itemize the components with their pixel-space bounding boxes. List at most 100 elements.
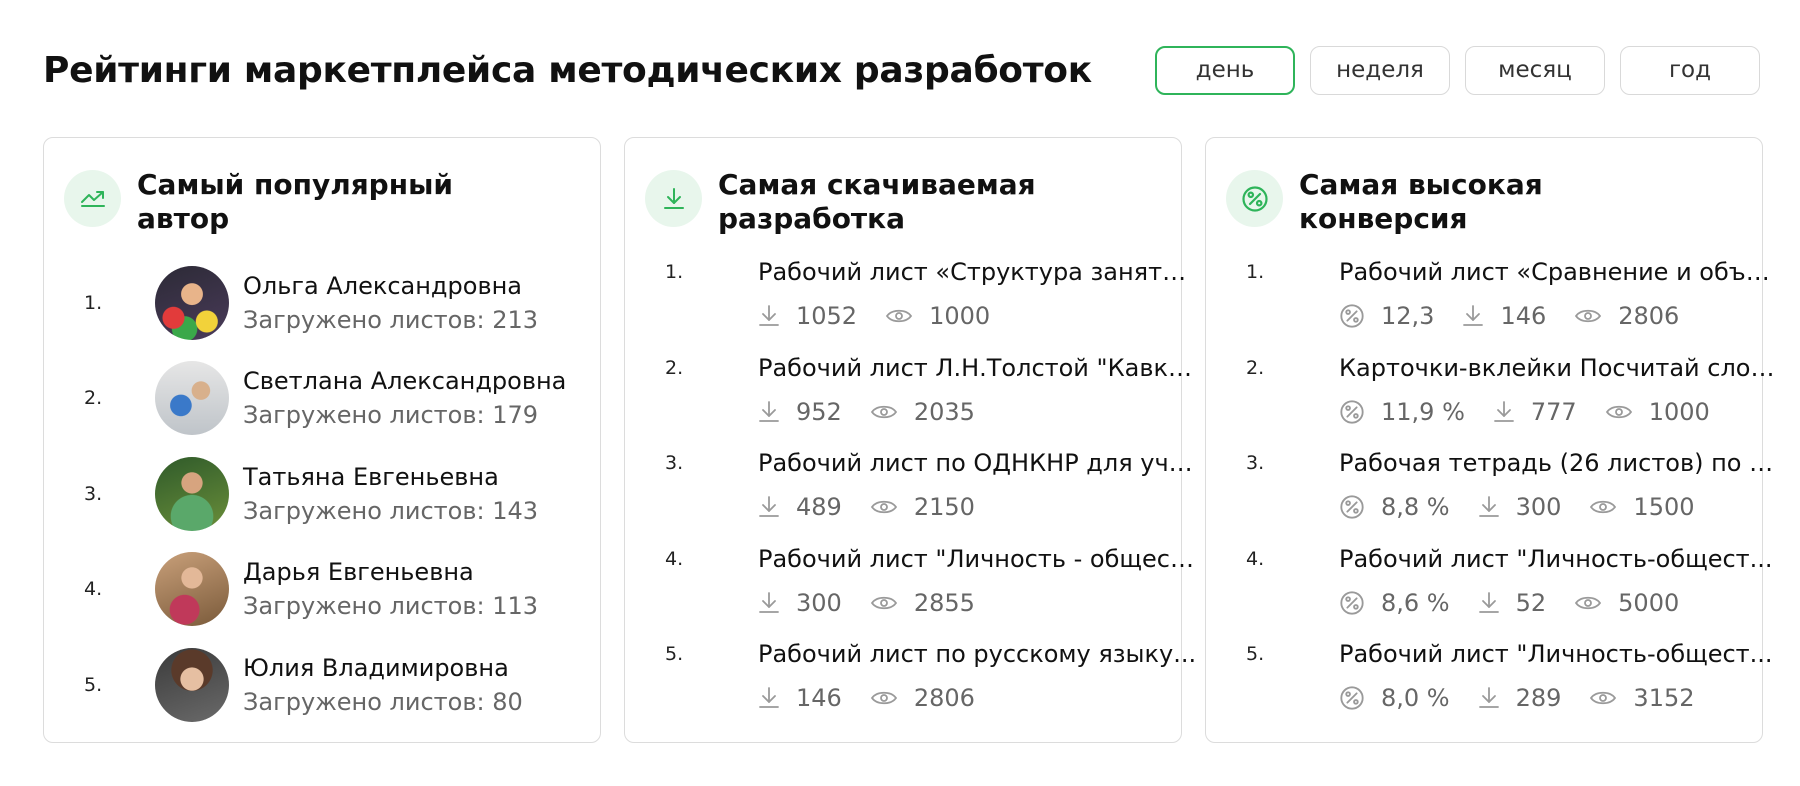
card-header: Самая высокая конверсия xyxy=(1226,168,1679,236)
popular-author-card: Самый популярный автор 1. Ольга Александр… xyxy=(43,137,601,743)
downloads-stat: 300 xyxy=(1478,493,1561,521)
views-stat-value: 2855 xyxy=(913,588,975,617)
avatar[interactable] xyxy=(155,265,229,340)
downloads-stat-value: 300 xyxy=(796,588,842,617)
doc-title-link[interactable]: Рабочий лист "Личность-общест... xyxy=(1339,637,1779,671)
avatar[interactable] xyxy=(155,552,229,627)
conversion-stat-value: 8,0 % xyxy=(1381,684,1450,712)
author-name[interactable]: Татьяна Евгеньевна xyxy=(243,460,538,494)
doc-stats: 952 2035 xyxy=(758,395,1003,429)
author-info: Юлия Владимировна Загружено листов: 80 xyxy=(243,651,523,719)
doc-title-link[interactable]: Рабочий лист «Структура занятос... xyxy=(758,255,1198,289)
download-icon xyxy=(758,686,796,710)
views-stat-value: 2806 xyxy=(913,684,975,712)
views-stat-value: 5000 xyxy=(1618,588,1680,617)
doc-title-link[interactable]: Карточки-вклейки Посчитай слог... xyxy=(1339,351,1779,385)
uploads-label: Загружено листов: xyxy=(243,592,485,621)
downloads-stat-value: 777 xyxy=(1530,397,1577,426)
doc-title-link[interactable]: Рабочий лист Л.Н.Толстой "Кавка... xyxy=(758,351,1198,385)
download-icon xyxy=(758,591,796,615)
trending-up-icon xyxy=(64,170,121,227)
author-list: 1. Ольга Александровна Загружено листов: 2… xyxy=(84,255,590,733)
avatar[interactable] xyxy=(155,361,229,436)
rank-number: 1. xyxy=(1246,261,1265,283)
download-icon xyxy=(1478,686,1516,710)
rank-number: 1. xyxy=(665,261,684,283)
doc-list-item: 2. Карточки-вклейки Посчитай слог... 11,9 … xyxy=(1246,351,1779,447)
conversion-stat-value: 8,6 % xyxy=(1381,588,1450,617)
conversion-stat-value: 8,8 % xyxy=(1381,493,1450,521)
card-header: Самый популярный автор xyxy=(64,168,517,236)
highest-conversion-card: Самая высокая конверсия 1. Рабочий лист «… xyxy=(1205,137,1779,743)
views-stat: 1500 xyxy=(1589,493,1695,521)
rank-number: 4. xyxy=(665,547,684,570)
doc-stats: 12,3 146 2806 xyxy=(1339,299,1707,333)
doc-title-link[interactable]: Рабочий лист по русскому языку... xyxy=(758,637,1198,671)
doc-list-item: 3. Рабочий лист по ОДНКНР для уча... 489 21… xyxy=(665,446,1198,542)
conversion-stat: 12,3 xyxy=(1339,302,1434,330)
doc-stats: 8,0 % 289 3152 xyxy=(1339,681,1723,715)
percent-icon xyxy=(1339,303,1381,329)
download-icon xyxy=(1478,591,1516,615)
period-year-button[interactable]: год xyxy=(1620,45,1760,95)
download-icon xyxy=(645,170,702,227)
author-name[interactable]: Дарья Евгеньевна xyxy=(243,555,538,589)
author-name[interactable]: Светлана Александровна xyxy=(243,364,566,398)
uploads-count: 113 xyxy=(492,592,539,621)
eye-icon xyxy=(1589,689,1633,707)
percent-icon xyxy=(1339,590,1381,616)
author-list-item[interactable]: 1. Ольга Александровна Загружено листов: 2… xyxy=(84,255,590,351)
author-list-item[interactable]: 4. Дарья Евгеньевна Загружено листов: 113 xyxy=(84,542,590,638)
author-name[interactable]: Юлия Владимировна xyxy=(243,651,523,685)
doc-stats: 8,8 % 300 1500 xyxy=(1339,490,1723,524)
doc-title-link[interactable]: Рабочий лист "Личность - общест... xyxy=(758,542,1198,576)
rank-number: 3. xyxy=(84,482,103,505)
doc-list-item: 5. Рабочий лист "Личность-общест... 8,0 % 2… xyxy=(1246,637,1773,733)
rank-number: 2. xyxy=(1246,356,1265,379)
doc-title-link[interactable]: Рабочий лист "Личность-общест... xyxy=(1339,542,1779,576)
views-stat-value: 1500 xyxy=(1633,493,1695,521)
period-switcher: день неделя месяц год xyxy=(1155,45,1760,95)
doc-stats: 1052 1000 xyxy=(758,299,1018,333)
downloads-stat: 489 xyxy=(758,493,842,521)
eye-icon xyxy=(885,307,929,325)
author-list-item[interactable]: 3. Татьяна Евгеньевна Загружено листов: 14… xyxy=(84,446,590,542)
views-stat: 1000 xyxy=(1605,398,1710,426)
avatar[interactable] xyxy=(155,456,229,531)
doc-list-item: 5. Рабочий лист по русскому языку... 146 28… xyxy=(665,637,1196,733)
rank-number: 3. xyxy=(1246,452,1265,474)
author-info: Светлана Александровна Загружено листов: … xyxy=(243,364,566,432)
author-name[interactable]: Ольга Александровна xyxy=(243,269,538,303)
rank-number: 1. xyxy=(84,291,103,314)
eye-icon xyxy=(870,594,914,612)
avatar[interactable] xyxy=(155,647,229,722)
eye-icon xyxy=(870,403,914,421)
views-stat-value: 1000 xyxy=(1648,397,1710,426)
period-month-button[interactable]: месяц xyxy=(1465,45,1605,95)
author-uploads: Загружено листов: 80 xyxy=(243,685,523,719)
conversion-stat: 8,6 % xyxy=(1339,589,1450,617)
doc-stats: 300 2855 xyxy=(758,586,1003,620)
percent-icon xyxy=(1339,494,1381,520)
author-list-item[interactable]: 2. Светлана Александровна Загружено листов… xyxy=(84,351,590,447)
views-stat: 3152 xyxy=(1589,684,1695,712)
card-title: Самая скачиваемая разработка xyxy=(718,168,1036,235)
views-stat: 2855 xyxy=(870,589,975,617)
period-week-button[interactable]: неделя xyxy=(1310,45,1450,95)
author-uploads: Загружено листов: 143 xyxy=(243,494,538,528)
download-icon xyxy=(758,304,796,328)
download-icon xyxy=(1462,304,1500,328)
author-list-item[interactable]: 5. Юлия Владимировна Загружено листов: 80 xyxy=(84,637,590,733)
download-icon xyxy=(1493,400,1531,424)
doc-title-link[interactable]: Рабочая тетрадь (26 листов) по р... xyxy=(1339,446,1779,480)
eye-icon xyxy=(1605,403,1649,421)
doc-title-link[interactable]: Рабочий лист «Сравнение и объя... xyxy=(1339,255,1779,289)
rank-number: 5. xyxy=(84,673,103,696)
views-stat: 2806 xyxy=(1574,302,1679,330)
doc-title-link[interactable]: Рабочий лист по ОДНКНР для уча... xyxy=(758,446,1198,480)
uploads-count: 143 xyxy=(492,496,539,525)
uploads-label: Загружено листов: xyxy=(243,401,485,430)
download-icon xyxy=(758,400,796,424)
conversion-stat: 11,9 % xyxy=(1339,398,1465,426)
period-day-button[interactable]: день xyxy=(1155,45,1295,95)
